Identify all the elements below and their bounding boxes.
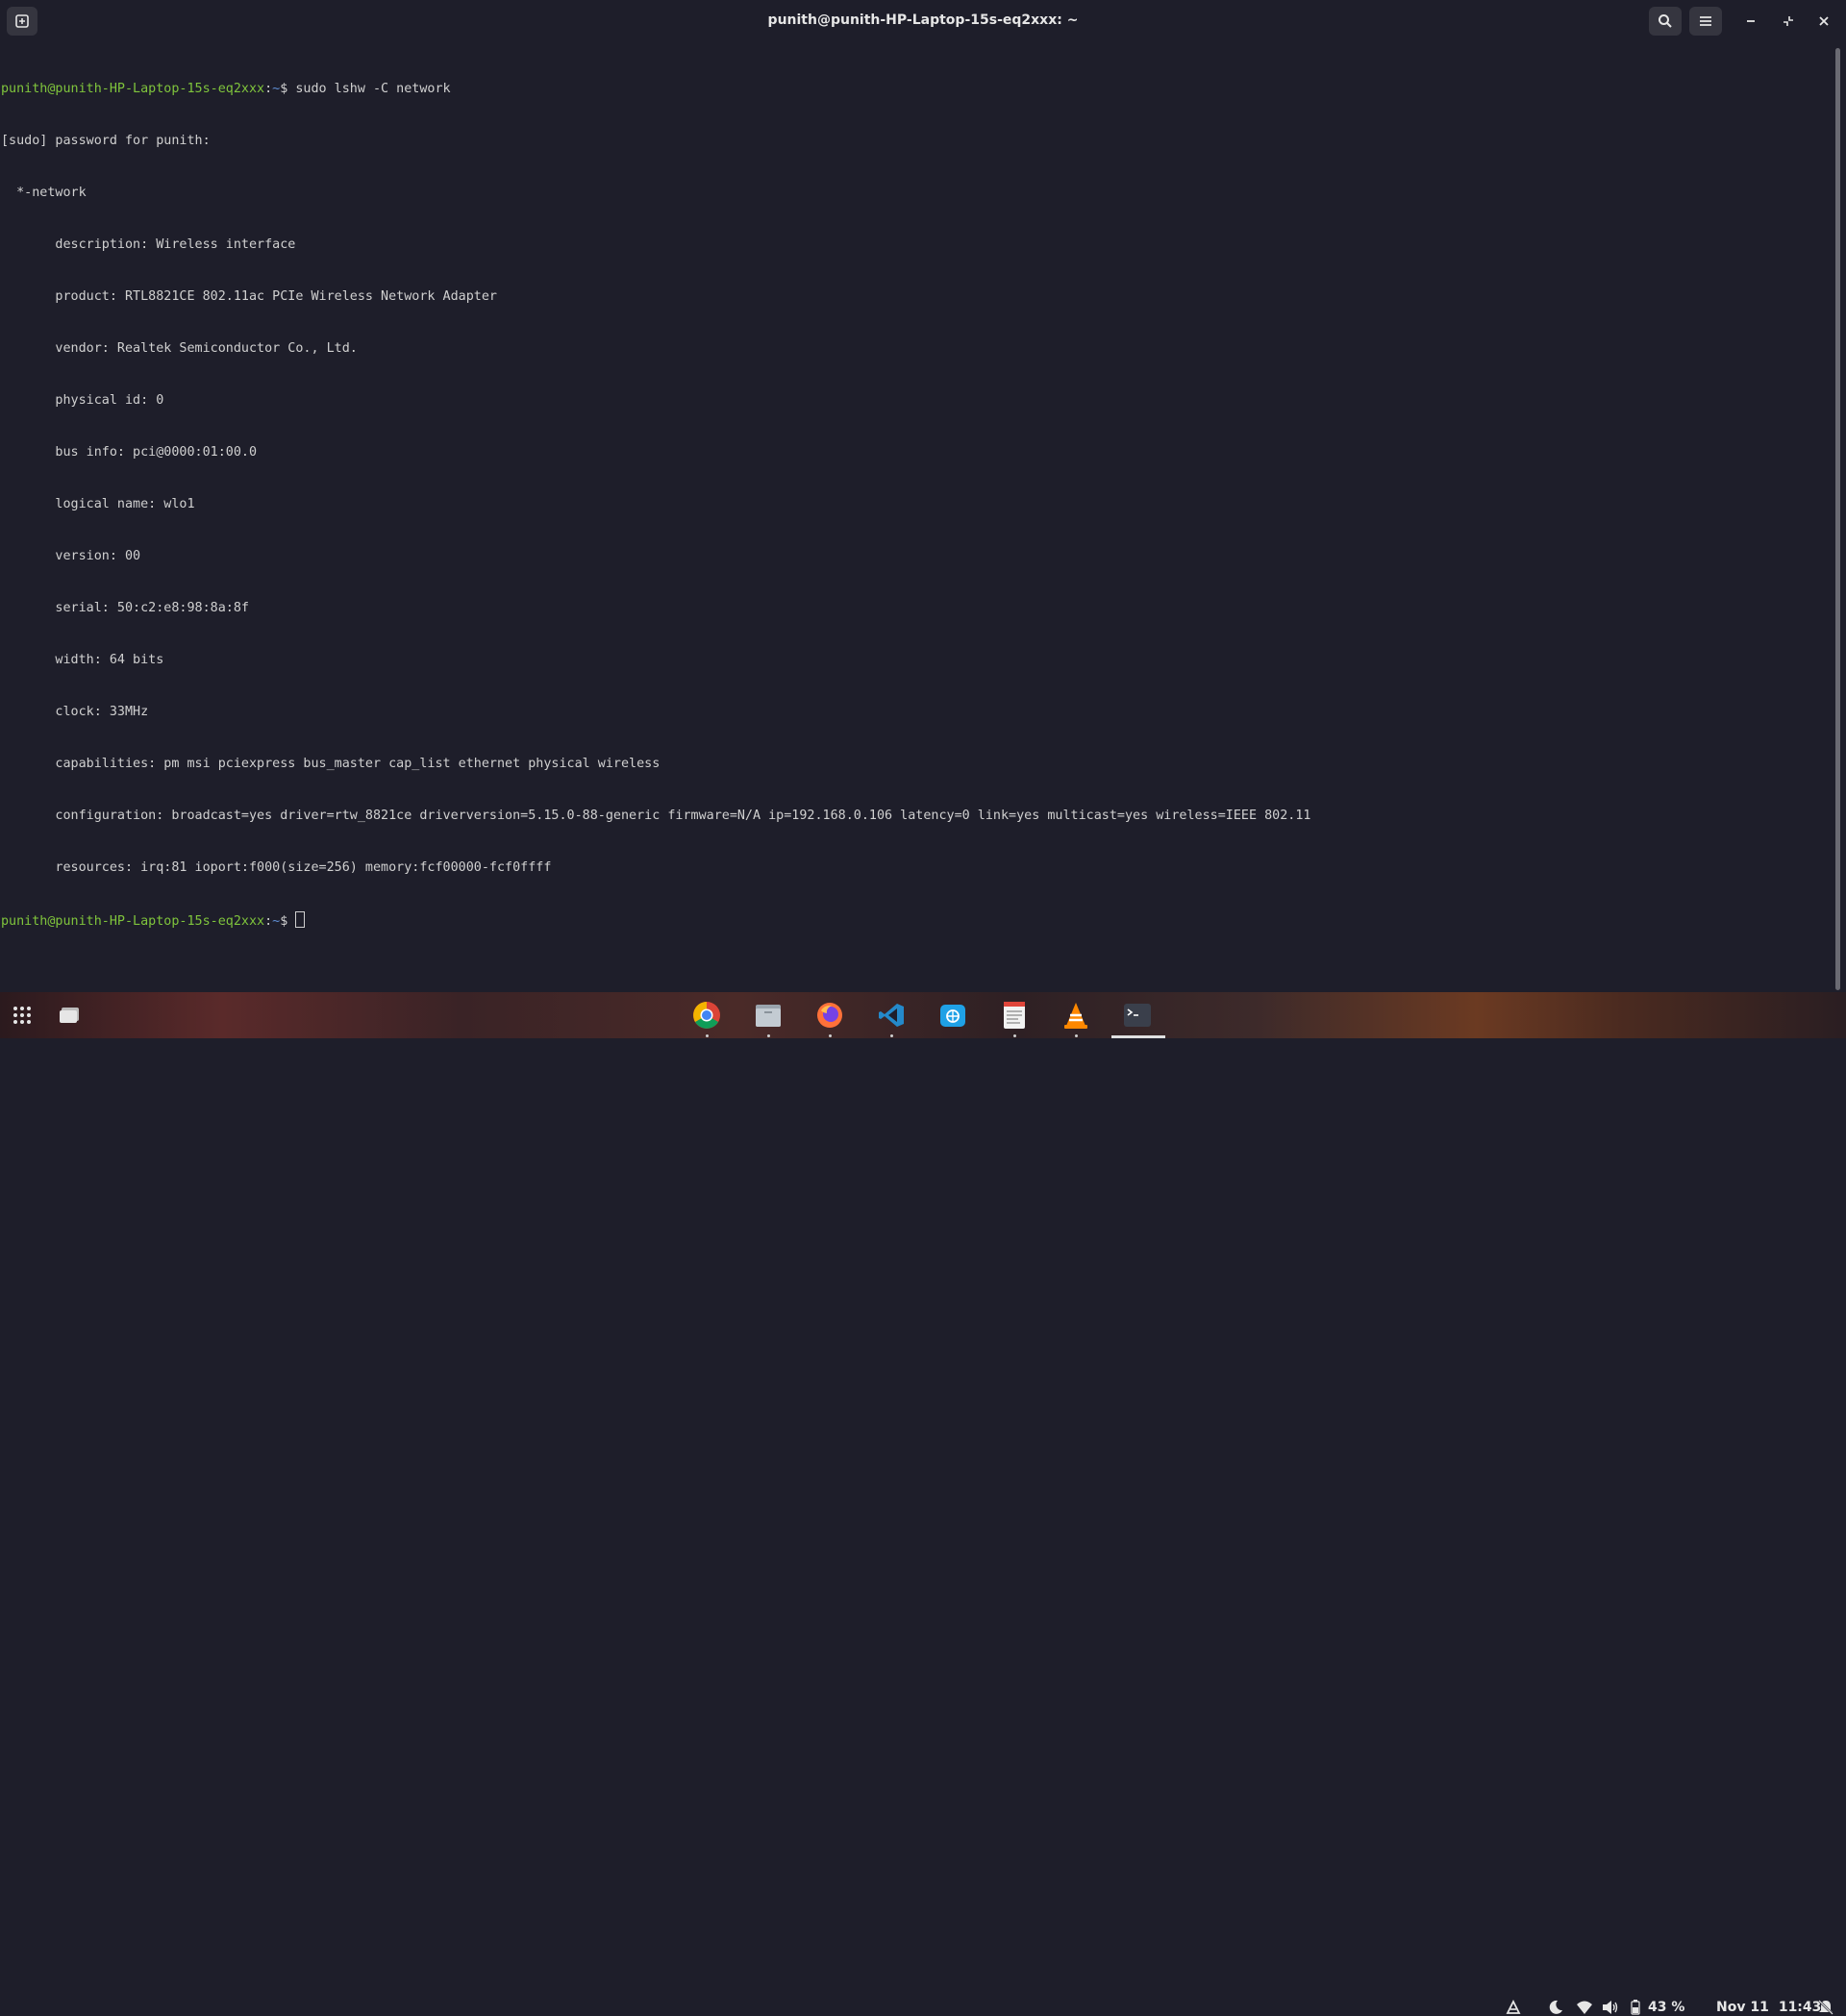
app-grid-icon xyxy=(13,1007,31,1024)
window-title: punith@punith-HP-Laptop-15s-eq2xxx: ~ xyxy=(767,12,1079,28)
prompt-symbol: $ xyxy=(280,82,288,96)
command-line: punith@punith-HP-Laptop-15s-eq2xxx:~$ su… xyxy=(1,82,451,96)
text-editor-icon xyxy=(1004,1002,1025,1029)
text-cursor xyxy=(295,911,306,928)
output-line: product: RTL8821CE 802.11ac PCIe Wireles… xyxy=(1,289,497,304)
restore-icon xyxy=(1784,16,1793,26)
night-light-indicator[interactable] xyxy=(1548,1999,1563,2016)
prompt-symbol: $ xyxy=(280,914,288,929)
output-line: clock: 33MHz xyxy=(1,705,149,719)
terminal-icon xyxy=(1124,1004,1151,1027)
search-icon xyxy=(1659,14,1672,28)
output-line: bus info: pci@0000:01:00.0 xyxy=(1,445,258,460)
wifi-icon xyxy=(1577,2001,1592,2014)
output-line: serial: 50:c2:e8:98:8a:8f xyxy=(1,601,249,615)
minimize-button[interactable] xyxy=(1734,7,1767,36)
taskbar: 43 % Nov 11 11:43 xyxy=(0,992,1846,2015)
running-indicator xyxy=(1075,1034,1078,1037)
chrome-icon xyxy=(693,1002,720,1029)
running-indicator xyxy=(706,1034,709,1037)
running-indicator xyxy=(890,1034,893,1037)
search-button[interactable] xyxy=(1649,7,1682,36)
output-line: vendor: Realtek Semiconductor Co., Ltd. xyxy=(1,341,358,356)
browser-icon xyxy=(940,1005,965,1027)
notifications-off-icon xyxy=(1818,2000,1834,2015)
vlc-launcher[interactable] xyxy=(1060,1000,1091,1031)
files-icon xyxy=(756,1005,781,1027)
output-line: configuration: broadcast=yes driver=rtw_… xyxy=(1,809,1311,823)
running-indicator xyxy=(1013,1034,1016,1037)
running-indicator xyxy=(829,1034,832,1037)
prompt-user-host: punith@punith-HP-Laptop-15s-eq2xxx xyxy=(1,82,265,96)
speaker-icon xyxy=(1603,2001,1618,2014)
battery-indicator[interactable]: 43 % xyxy=(1631,1999,1684,2016)
workspaces-icon xyxy=(60,1008,79,1023)
minimize-icon xyxy=(1747,20,1755,22)
output-line: logical name: wlo1 xyxy=(1,497,195,511)
date-label: Nov 11 xyxy=(1716,2000,1769,2015)
output-line: version: 00 xyxy=(1,549,141,563)
notifications-indicator[interactable] xyxy=(1818,1999,1834,2016)
accessibility-indicator[interactable] xyxy=(1506,1999,1521,2016)
output-line: resources: irq:81 ioport:f000(size=256) … xyxy=(1,860,552,875)
app-grid-button[interactable] xyxy=(7,1000,37,1031)
output-line: description: Wireless interface xyxy=(1,237,296,252)
moon-icon xyxy=(1549,2000,1562,2014)
browser-launcher[interactable] xyxy=(937,1000,968,1031)
clock[interactable]: Nov 11 11:43 xyxy=(1716,1999,1821,2016)
restore-button[interactable] xyxy=(1772,7,1805,36)
running-indicator xyxy=(767,1034,770,1037)
battery-percentage: 43 % xyxy=(1648,2000,1685,2015)
close-button[interactable] xyxy=(1808,7,1840,36)
volume-indicator[interactable] xyxy=(1602,1999,1619,2016)
vscode-icon xyxy=(879,1004,904,1027)
close-icon xyxy=(1819,16,1829,26)
output-line: width: 64 bits xyxy=(1,653,164,667)
menu-button[interactable] xyxy=(1689,7,1722,36)
current-prompt-line[interactable]: punith@punith-HP-Laptop-15s-eq2xxx:~$ xyxy=(0,911,1832,929)
time-label: 11:43 xyxy=(1778,2000,1822,2015)
hamburger-menu-icon xyxy=(1700,16,1711,26)
command-text: sudo lshw -C network xyxy=(295,82,451,96)
workspaces-button[interactable] xyxy=(54,1000,85,1031)
text-editor-launcher[interactable] xyxy=(999,1000,1030,1031)
terminal-window: punith@punith-HP-Laptop-15s-eq2xxx: ~ pu… xyxy=(0,0,1846,992)
scrollbar[interactable] xyxy=(1835,48,1840,990)
terminal-output[interactable]: punith@punith-HP-Laptop-15s-eq2xxx:~$ su… xyxy=(0,46,1832,988)
terminal-launcher[interactable] xyxy=(1122,1000,1153,1031)
output-line: *-network xyxy=(1,186,87,200)
output-line: [sudo] password for punith: xyxy=(1,134,211,148)
battery-icon xyxy=(1631,2000,1640,2015)
vlc-icon xyxy=(1064,1003,1087,1029)
output-line: physical id: 0 xyxy=(1,393,164,408)
vscode-launcher[interactable] xyxy=(876,1000,907,1031)
firefox-launcher[interactable] xyxy=(814,1000,845,1031)
accessibility-icon xyxy=(1506,2000,1521,2014)
prompt-user-host: punith@punith-HP-Laptop-15s-eq2xxx xyxy=(1,914,265,929)
firefox-icon xyxy=(817,1003,842,1028)
output-line: capabilities: pm msi pciexpress bus_mast… xyxy=(1,757,661,771)
title-bar: punith@punith-HP-Laptop-15s-eq2xxx: ~ xyxy=(0,0,1846,42)
files-launcher[interactable] xyxy=(753,1000,784,1031)
chrome-launcher[interactable] xyxy=(691,1000,722,1031)
wifi-indicator[interactable] xyxy=(1576,1999,1593,2016)
